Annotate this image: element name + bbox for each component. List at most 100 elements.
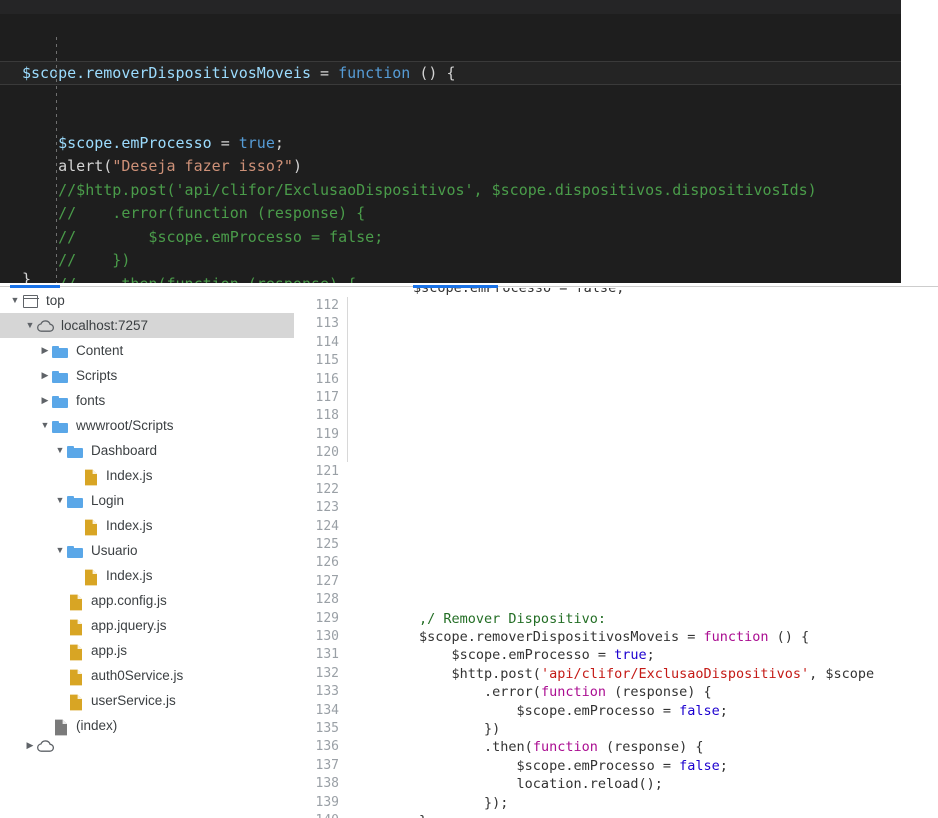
source-line[interactable]	[354, 444, 938, 462]
line-number: 121	[315, 463, 339, 479]
line-number: 119	[315, 426, 339, 442]
tree-row-label: auth0Service.js	[91, 668, 184, 683]
line-number: 129	[315, 610, 339, 626]
source-line[interactable]: .then(function (response) {	[354, 738, 938, 756]
cloud-icon	[37, 317, 54, 334]
line-number: 120	[315, 445, 339, 461]
code-editor-overlay[interactable]: $scope.removerDispositivosMoveis = funct…	[0, 0, 901, 283]
tree-row-dashboard[interactable]: ▼ Dashboard	[0, 438, 294, 463]
source-line[interactable]	[354, 536, 938, 554]
editor-line[interactable]: alert("Deseja fazer isso?")	[0, 155, 901, 179]
code-token: )	[292, 157, 302, 175]
source-line[interactable]	[354, 407, 938, 425]
chevron-down-icon[interactable]: ▼	[38, 413, 52, 438]
source-line[interactable]: .error(function (response) {	[354, 683, 938, 701]
js-file-icon	[67, 642, 84, 661]
source-line[interactable]: ,/ Remover Dispositivo:	[354, 610, 938, 628]
code-token: true	[238, 133, 275, 152]
source-line[interactable]	[354, 371, 938, 389]
editor-trailing-brace: }	[22, 270, 32, 283]
tree-row-userservice-js[interactable]: userService.js	[0, 688, 294, 713]
editor-line[interactable]: // $scope.emProcesso = false;	[0, 226, 901, 250]
editor-line[interactable]: $scope.emProcesso = true;	[0, 132, 901, 156]
tree-row-index-js[interactable]: Index.js	[0, 513, 294, 538]
tree-row-wwwroot-scripts[interactable]: ▼ wwwroot/Scripts	[0, 413, 294, 438]
tree-row-index[interactable]: (index)	[0, 713, 294, 738]
source-line[interactable]: })	[354, 720, 938, 738]
source-line[interactable]: $scope.removerDispositivosMoveis = funct…	[354, 628, 938, 646]
editor-code-area[interactable]: $scope.removerDispositivosMoveis = funct…	[0, 14, 901, 283]
code-token: ;	[719, 757, 728, 774]
source-code-viewer[interactable]: $scope.emProcesso = false; 112 113 114 115 1…	[296, 288, 938, 818]
source-line[interactable]	[354, 573, 938, 591]
editor-line[interactable]: // })	[0, 249, 901, 273]
line-number: 112	[315, 298, 339, 313]
editor-line[interactable]: //$http.post('api/clifor/ExclusaoDisposi…	[0, 179, 901, 203]
line-number: 123	[315, 500, 339, 516]
editor-lines[interactable]: $scope.emProcesso = true; alert("Deseja …	[0, 132, 901, 284]
chevron-right-icon[interactable]: ▶	[38, 338, 52, 363]
tree-row-label: app.js	[91, 643, 128, 658]
tree-row-content[interactable]: ▶ Content	[0, 338, 294, 363]
tree-row-auth0service-js[interactable]: auth0Service.js	[0, 663, 294, 688]
tree-row-app-js[interactable]: app.js	[0, 638, 294, 663]
source-line[interactable]: $scope.emProcesso = false;	[354, 757, 938, 775]
chevron-down-icon[interactable]: ▼	[23, 313, 37, 338]
tree-row-partial[interactable]: ▶	[0, 738, 294, 752]
source-line[interactable]	[354, 389, 938, 407]
source-line[interactable]	[354, 426, 938, 444]
code-token: $http.post(	[354, 665, 541, 682]
source-line[interactable]: });	[354, 794, 938, 812]
source-line[interactable]	[354, 499, 938, 517]
source-line[interactable]: $scope.emProcesso = true;	[354, 646, 938, 664]
tree-row-app-config-js[interactable]: app.config.js	[0, 588, 294, 613]
editor-line[interactable]: // .error(function (response) {	[0, 202, 901, 226]
tree-row-login[interactable]: ▼ Login	[0, 488, 294, 513]
source-line[interactable]	[354, 297, 938, 315]
code-token: "Deseja fazer isso?"	[112, 157, 293, 175]
tree-row-fonts[interactable]: ▶ fonts	[0, 388, 294, 413]
chevron-right-icon[interactable]: ▶	[38, 363, 52, 388]
line-number: 122	[315, 481, 339, 497]
source-line[interactable]	[354, 352, 938, 370]
tree-row-usuario[interactable]: ▼ Usuario	[0, 538, 294, 563]
tree-row-localhost-7257[interactable]: ▼ localhost:7257	[0, 313, 294, 338]
source-line[interactable]: $scope.emProcesso = false;	[354, 702, 938, 720]
source-line[interactable]	[354, 481, 938, 499]
source-line[interactable]	[354, 591, 938, 609]
chevron-down-icon[interactable]: ▼	[53, 438, 67, 463]
folder-icon	[52, 342, 69, 359]
line-number: 118	[315, 408, 339, 424]
source-line[interactable]	[354, 315, 938, 333]
chevron-down-icon[interactable]: ▼	[8, 288, 22, 313]
source-line[interactable]	[354, 518, 938, 536]
source-line[interactable]: location.reload();	[354, 775, 938, 793]
code-token: (response) {	[605, 684, 712, 701]
editor-line[interactable]: // .then(function (response) {	[0, 273, 901, 284]
tree-row-top[interactable]: ▼ top	[0, 288, 294, 313]
source-line[interactable]: }	[354, 812, 938, 818]
source-line[interactable]: $http.post('api/clifor/ExclusaoDispositi…	[354, 665, 938, 683]
folder-icon	[52, 417, 69, 434]
editor-active-line[interactable]: $scope.removerDispositivosMoveis = funct…	[0, 61, 901, 85]
source-code-lines[interactable]: ,/ Remover Dispositivo: $scope.removerDi…	[354, 297, 938, 818]
line-number: 125	[315, 537, 339, 553]
chevron-down-icon[interactable]: ▼	[53, 538, 67, 563]
chevron-right-icon[interactable]: ▶	[38, 388, 52, 413]
line-number: 116	[315, 371, 339, 387]
code-token: })	[354, 720, 501, 737]
tree-row-index-js[interactable]: Index.js	[0, 563, 294, 588]
code-token: alert(	[58, 157, 113, 175]
code-token: ;	[646, 647, 655, 664]
js-file-icon	[82, 517, 99, 536]
tree-row-index-js[interactable]: Index.js	[0, 463, 294, 488]
source-line[interactable]	[354, 554, 938, 572]
tree-row-app-jquery-js[interactable]: app.jquery.js	[0, 613, 294, 638]
source-line[interactable]	[354, 463, 938, 481]
navigator-file-tree[interactable]: ▼ top ▼ localhost:7257 ▶ Content ▶ Scripts ▶ font…	[0, 288, 294, 818]
tree-row-scripts[interactable]: ▶ Scripts	[0, 363, 294, 388]
code-token: , $scope	[809, 665, 875, 682]
source-line[interactable]	[354, 334, 938, 352]
chevron-right-icon[interactable]: ▶	[23, 738, 37, 752]
chevron-down-icon[interactable]: ▼	[53, 488, 67, 513]
